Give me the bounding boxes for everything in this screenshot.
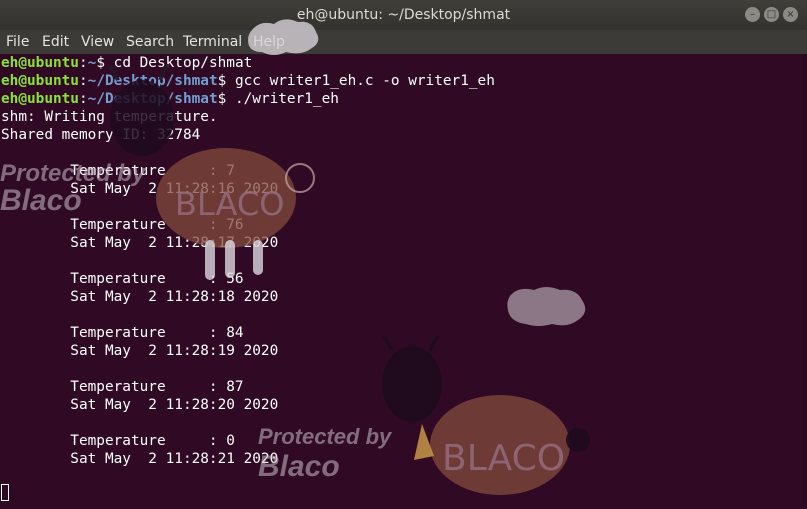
- timestamp-line: Sat May 2 11:28:20 2020: [1, 397, 279, 413]
- prompt-line: eh@ubuntu:~$ cd Desktop/shmat: [1, 54, 252, 72]
- command-text: ./writer1_eh: [234, 91, 339, 107]
- prompt-line: eh@ubuntu:~/Desktop/shmat$ gcc writer1_e…: [1, 72, 495, 90]
- prompt-user: eh@ubuntu: [1, 91, 79, 107]
- prompt-sep: :: [78, 73, 88, 89]
- text-cursor: [1, 484, 9, 501]
- terminal-area[interactable]: eh@ubuntu:~$ cd Desktop/shmat eh@ubuntu:…: [0, 54, 807, 505]
- timestamp-line: Sat May 2 11:28:18 2020: [1, 289, 279, 305]
- temperature-line: Temperature : 84: [1, 325, 244, 341]
- title-bar: eh@ubuntu: ~/Desktop/shmat – □ ×: [0, 0, 807, 30]
- timestamp-line: Sat May 2 11:28:19 2020: [1, 343, 279, 359]
- temperature-line: Temperature : 56: [1, 271, 244, 287]
- temperature-line: Temperature : 76: [1, 217, 244, 233]
- menu-file[interactable]: File: [6, 34, 29, 50]
- menu-search[interactable]: Search: [126, 34, 174, 50]
- command-text: gcc writer1_eh.c -o writer1_eh: [234, 73, 495, 89]
- prompt-sign: $: [96, 55, 114, 71]
- prompt-sep: :: [78, 55, 88, 71]
- window-title: eh@ubuntu: ~/Desktop/shmat: [296, 7, 511, 23]
- command-text: cd Desktop/shmat: [113, 55, 253, 71]
- menu-terminal[interactable]: Terminal: [183, 34, 242, 50]
- temperature-line: Temperature : 7: [1, 163, 235, 179]
- menu-bar: File Edit View Search Terminal Help: [0, 30, 807, 54]
- temperature-line: Temperature : 87: [1, 379, 244, 395]
- prompt-sign: $: [217, 91, 235, 107]
- scrollbar[interactable]: [803, 54, 807, 505]
- menu-edit[interactable]: Edit: [42, 34, 69, 50]
- prompt-user: eh@ubuntu: [1, 55, 79, 71]
- close-icon[interactable]: ×: [783, 7, 798, 22]
- timestamp-line: Sat May 2 11:28:16 2020: [1, 181, 279, 197]
- prompt-user: eh@ubuntu: [1, 73, 79, 89]
- output-line: shm: Writing temperature.: [1, 109, 218, 125]
- prompt-path: ~/Desktop/shmat: [87, 73, 218, 89]
- temperature-line: Temperature : 0: [1, 433, 235, 449]
- minimize-icon[interactable]: –: [745, 7, 760, 22]
- menu-help[interactable]: Help: [253, 34, 285, 50]
- prompt-sep: :: [78, 91, 88, 107]
- output-line: Shared memory ID: 32784: [1, 127, 201, 143]
- prompt-line: eh@ubuntu:~/Desktop/shmat$ ./writer1_eh: [1, 90, 339, 108]
- prompt-sign: $: [217, 73, 235, 89]
- timestamp-line: Sat May 2 11:28:21 2020: [1, 451, 279, 467]
- maximize-icon[interactable]: □: [764, 7, 779, 22]
- timestamp-line: Sat May 2 11:28:17 2020: [1, 235, 279, 251]
- menu-view[interactable]: View: [81, 34, 114, 50]
- prompt-path: ~/Desktop/shmat: [87, 91, 218, 107]
